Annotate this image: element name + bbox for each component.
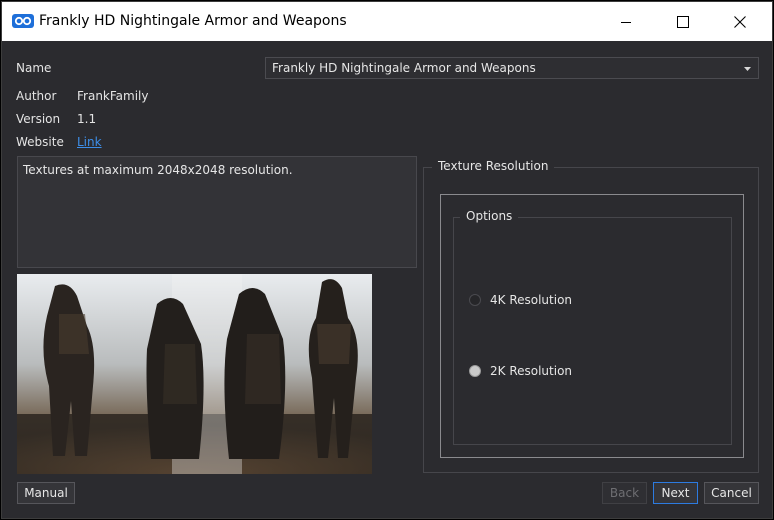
radio-2k-label: 2K Resolution — [490, 364, 573, 378]
name-label: Name — [16, 61, 52, 75]
name-dropdown-value: Frankly HD Nightingale Armor and Weapons — [272, 61, 536, 75]
window-title: Frankly HD Nightingale Armor and Weapons — [39, 13, 347, 29]
close-icon — [734, 15, 746, 28]
radio-4k-label: 4K Resolution — [490, 293, 573, 307]
next-button[interactable]: Next — [653, 482, 698, 504]
options-title: Options — [460, 209, 519, 223]
version-value: 1.1 — [77, 112, 97, 126]
title-bar[interactable]: Frankly HD Nightingale Armor and Weapons — [2, 2, 772, 41]
manual-button[interactable]: Manual — [17, 482, 75, 504]
close-button[interactable] — [717, 2, 763, 41]
radio-unselected-icon — [469, 294, 481, 306]
cancel-button[interactable]: Cancel — [704, 482, 759, 504]
maximize-button[interactable] — [660, 2, 706, 41]
website-link[interactable]: Link — [77, 135, 102, 149]
name-dropdown[interactable]: Frankly HD Nightingale Armor and Weapons — [265, 57, 759, 79]
app-icon — [12, 14, 34, 28]
texture-resolution-title: Texture Resolution — [432, 159, 555, 173]
chevron-down-icon — [744, 67, 751, 71]
preview-image — [17, 274, 372, 474]
version-label: Version — [16, 112, 61, 126]
minimize-button[interactable] — [603, 2, 649, 41]
minimize-icon — [621, 21, 631, 23]
description-text: Textures at maximum 2048x2048 resolution… — [23, 163, 293, 177]
maximize-icon — [677, 15, 689, 28]
radio-4k-resolution[interactable]: 4K Resolution — [469, 293, 572, 307]
description-box[interactable]: Textures at maximum 2048x2048 resolution… — [17, 156, 417, 268]
armor-preview-picture — [17, 274, 372, 474]
back-button[interactable]: Back — [602, 482, 647, 504]
radio-selected-icon — [469, 365, 481, 377]
website-label: Website — [16, 135, 64, 149]
radio-2k-resolution[interactable]: 2K Resolution — [469, 364, 572, 378]
installer-window: Frankly HD Nightingale Armor and Weapons… — [1, 1, 773, 519]
options-group: Options — [453, 209, 732, 445]
author-label: Author — [16, 89, 57, 103]
author-value: FrankFamily — [77, 89, 149, 103]
